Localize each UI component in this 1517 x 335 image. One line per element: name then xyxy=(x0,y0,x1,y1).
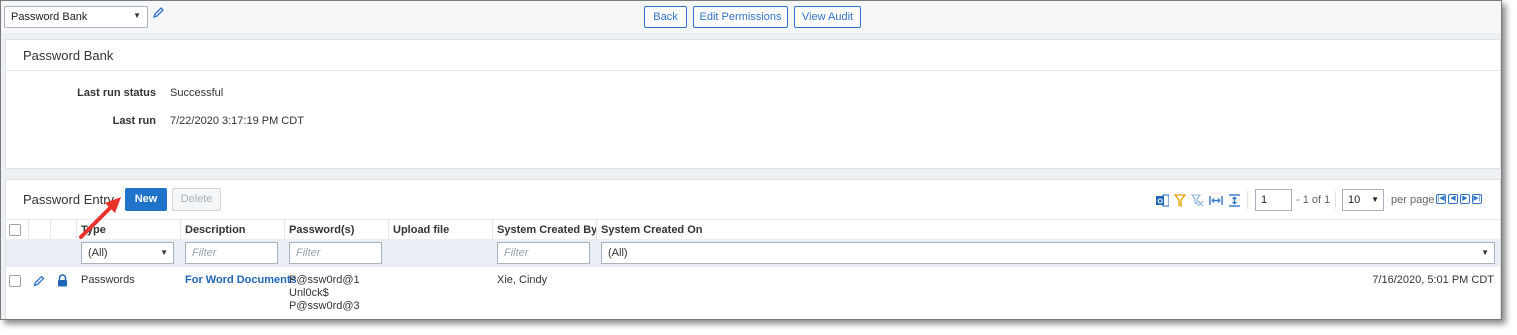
new-button[interactable]: New xyxy=(125,188,167,211)
view-selector-value: Password Bank xyxy=(11,11,88,23)
last-page-icon[interactable]: ▶| xyxy=(1472,194,1482,204)
filter-row: (All) ▼ Filter Filter Filter (All) ▼ xyxy=(6,239,1500,267)
row-created-by: Xie, Cindy xyxy=(497,274,548,286)
column-width-icon[interactable] xyxy=(1209,194,1223,207)
summary-title: Password Bank xyxy=(23,48,114,63)
description-filter-input[interactable]: Filter xyxy=(185,242,278,264)
last-run-status-value: Successful xyxy=(170,87,224,99)
divider xyxy=(1247,191,1248,209)
row-height-icon[interactable] xyxy=(1228,193,1241,207)
top-toolbar: Password Bank ▼ Back Edit Permissions Vi… xyxy=(1,1,1501,33)
filter-icon[interactable] xyxy=(1174,193,1186,207)
delete-button[interactable]: Delete xyxy=(172,188,221,211)
page-number-input[interactable]: 1 xyxy=(1255,189,1292,211)
column-header-upload-file[interactable]: Upload file xyxy=(393,224,449,236)
created-by-filter-input[interactable]: Filter xyxy=(497,242,590,264)
divider xyxy=(284,220,285,240)
divider xyxy=(596,220,597,240)
column-header-description[interactable]: Description xyxy=(185,224,246,236)
grid-header: Type Description Password(s) Upload file… xyxy=(6,219,1500,240)
password-value: P@ssw0rd@3 xyxy=(289,300,360,312)
app-window: Password Bank ▼ Back Edit Permissions Vi… xyxy=(0,0,1502,320)
row-description-link[interactable]: For Word Documents xyxy=(185,274,297,287)
password-entry-panel: Password Entry New Delete O 1 - 1 of 1 1… xyxy=(5,179,1501,319)
column-header-passwords[interactable]: Password(s) xyxy=(289,224,354,236)
lock-icon[interactable] xyxy=(57,274,68,287)
password-entry-title: Password Entry xyxy=(23,192,115,207)
per-page-value: 10 xyxy=(1348,194,1361,206)
divider xyxy=(492,220,493,240)
clear-filter-icon[interactable] xyxy=(1191,193,1204,207)
next-page-icon[interactable]: ▶ xyxy=(1460,194,1470,204)
page-range-text: - 1 of 1 xyxy=(1296,194,1331,206)
pager-nav: |◀ ◀ ▶ ▶| xyxy=(1436,194,1482,204)
chevron-down-icon: ▼ xyxy=(160,248,168,257)
svg-text:O: O xyxy=(1158,198,1164,205)
type-filter-value: (All) xyxy=(88,247,108,259)
divider xyxy=(1335,191,1336,209)
outlook-icon[interactable]: O xyxy=(1156,194,1169,207)
password-value: P@ssw0rd@1 xyxy=(289,274,360,286)
view-audit-button[interactable]: View Audit xyxy=(794,6,861,28)
divider xyxy=(50,220,51,240)
view-selector[interactable]: Password Bank ▼ xyxy=(4,6,148,28)
chevron-down-icon: ▼ xyxy=(1371,195,1379,204)
pencil-icon[interactable] xyxy=(152,6,164,20)
table-row: Passwords For Word Documents P@ssw0rd@1 … xyxy=(6,271,1500,319)
pencil-icon[interactable] xyxy=(33,275,45,287)
created-on-filter-value: (All) xyxy=(608,247,628,259)
grid-tools: O xyxy=(1156,193,1241,207)
column-header-type[interactable]: Type xyxy=(81,224,106,236)
per-page-label: per page xyxy=(1391,194,1435,206)
select-all-checkbox[interactable] xyxy=(9,224,21,236)
divider xyxy=(76,220,77,240)
row-checkbox[interactable] xyxy=(9,275,21,287)
edit-permissions-button[interactable]: Edit Permissions xyxy=(693,6,788,28)
row-type: Passwords xyxy=(81,274,135,286)
type-filter-select[interactable]: (All) ▼ xyxy=(81,242,174,264)
back-button[interactable]: Back xyxy=(644,6,687,28)
created-on-filter-select[interactable]: (All) ▼ xyxy=(601,242,1495,264)
divider xyxy=(6,70,1500,71)
last-run-status-label: Last run status xyxy=(77,87,156,99)
last-run-label: Last run xyxy=(112,115,156,127)
per-page-select[interactable]: 10 ▼ xyxy=(1342,189,1384,211)
column-header-system-created-on[interactable]: System Created On xyxy=(601,224,702,236)
first-page-icon[interactable]: |◀ xyxy=(1436,194,1446,204)
prev-page-icon[interactable]: ◀ xyxy=(1448,194,1458,204)
divider xyxy=(28,220,29,240)
chevron-down-icon: ▼ xyxy=(133,11,141,20)
divider xyxy=(388,220,389,240)
password-value: Unl0ck$ xyxy=(289,287,329,299)
divider xyxy=(180,220,181,240)
last-run-value: 7/22/2020 3:17:19 PM CDT xyxy=(170,115,304,127)
row-created-on: 7/16/2020, 5:01 PM CDT xyxy=(1372,274,1494,286)
chevron-down-icon: ▼ xyxy=(1481,248,1489,257)
passwords-filter-input[interactable]: Filter xyxy=(289,242,382,264)
row-passwords: P@ssw0rd@1 Unl0ck$ P@ssw0rd@3 xyxy=(289,274,360,313)
column-header-system-created-by[interactable]: System Created By xyxy=(497,224,597,236)
summary-panel: Password Bank Last run status Successful… xyxy=(5,39,1501,169)
